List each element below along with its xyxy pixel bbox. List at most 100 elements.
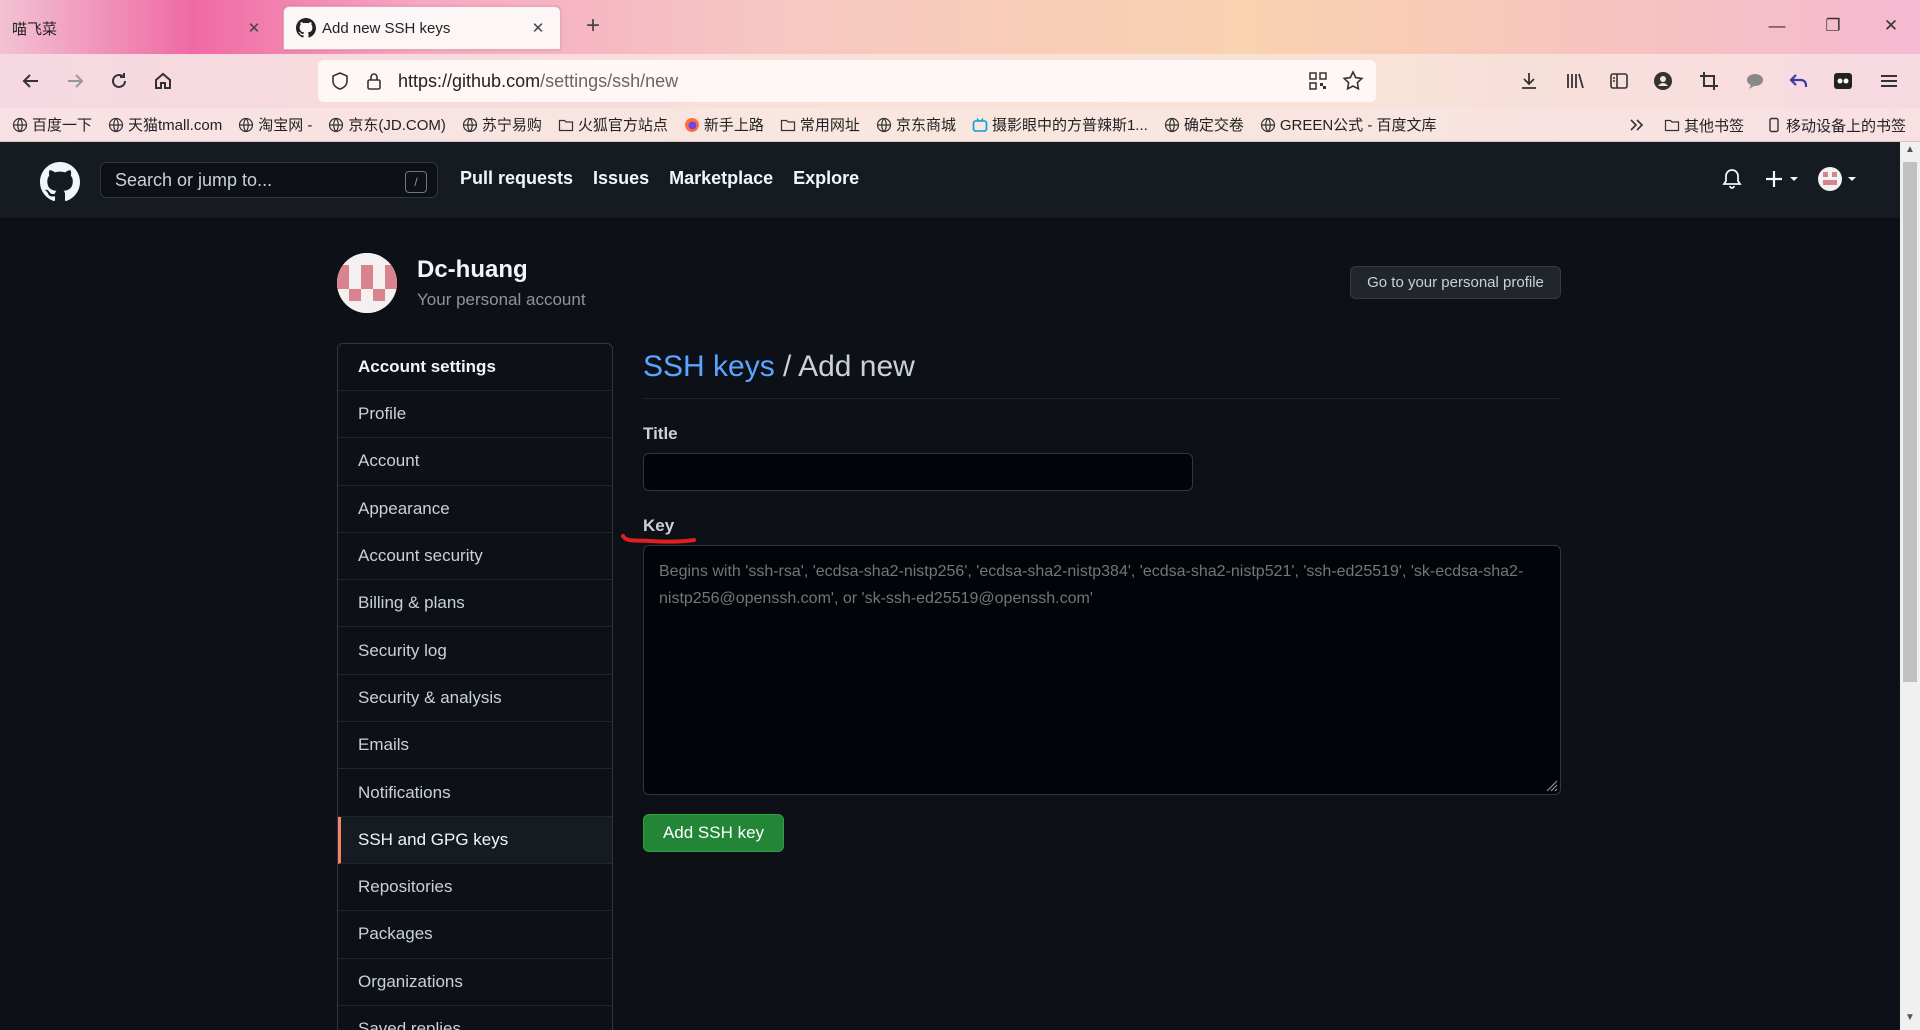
bookmark[interactable]: 苏宁易购: [462, 114, 542, 135]
bookmark[interactable]: 天猫tmall.com: [108, 114, 222, 135]
address-bar[interactable]: https://github.com/settings/ssh/new: [318, 60, 1376, 102]
bookmark[interactable]: 京东(JD.COM): [328, 114, 446, 135]
page-title-text: Add new: [798, 350, 915, 383]
close-icon[interactable]: ✕: [244, 19, 264, 37]
github-icon: [296, 18, 316, 38]
bookmark[interactable]: 京东商城: [876, 114, 956, 135]
chat-icon[interactable]: [1740, 66, 1770, 96]
page-title: SSH keys / Add new: [643, 350, 915, 383]
nav-pull-requests[interactable]: Pull requests: [460, 168, 573, 189]
minimize-icon[interactable]: —: [1762, 12, 1792, 42]
menu-item-repositories[interactable]: Repositories: [338, 864, 612, 912]
forward-icon[interactable]: [60, 66, 90, 96]
search-input[interactable]: Search or jump to... /: [100, 162, 438, 198]
url-text[interactable]: https://github.com/settings/ssh/new: [398, 71, 1308, 92]
qr-code-icon[interactable]: [1308, 71, 1328, 91]
browser-tab-bar: 喵飞菜 ✕ Add new SSH keys ✕ + — ❐ ✕: [0, 0, 1920, 54]
add-ssh-key-button[interactable]: Add SSH key: [643, 814, 784, 852]
bookmark[interactable]: 确定交卷: [1164, 114, 1244, 135]
go-to-profile-button[interactable]: Go to your personal profile: [1350, 266, 1561, 299]
menu-item-appearance[interactable]: Appearance: [338, 486, 612, 533]
back-icon[interactable]: [16, 66, 46, 96]
browser-toolbar: https://github.com/settings/ssh/new: [0, 54, 1920, 108]
title-field[interactable]: [643, 453, 1193, 491]
nav-marketplace[interactable]: Marketplace: [669, 168, 773, 189]
home-icon[interactable]: [148, 66, 178, 96]
shield-icon[interactable]: [330, 71, 350, 91]
menu-item-account[interactable]: Account: [338, 438, 612, 486]
avatar[interactable]: [337, 253, 397, 313]
menu-item-security-log[interactable]: Security log: [338, 627, 612, 675]
resize-handle-icon[interactable]: [1544, 778, 1558, 792]
scroll-up-icon[interactable]: ▲: [1900, 144, 1920, 160]
bookmark[interactable]: GREEN公式 - 百度文库: [1260, 114, 1437, 135]
menu-icon[interactable]: [1874, 66, 1904, 96]
mobile-icon: [1769, 117, 1779, 133]
globe-icon: [329, 117, 344, 132]
extension-icon[interactable]: [1828, 66, 1858, 96]
menu-item-ssh-gpg-keys[interactable]: SSH and GPG keys: [338, 816, 612, 864]
folder-icon: [780, 119, 796, 131]
browser-tab-active[interactable]: Add new SSH keys ✕: [283, 6, 561, 50]
downloads-icon[interactable]: [1514, 66, 1544, 96]
title-label: Title: [643, 424, 678, 443]
globe-icon: [108, 117, 124, 132]
create-new-button[interactable]: [1764, 168, 1802, 196]
bell-icon[interactable]: [1722, 168, 1742, 196]
scroll-thumb[interactable]: [1903, 162, 1917, 682]
star-icon[interactable]: [1342, 70, 1364, 92]
bookmarks-bar: 百度一下 天猫tmall.com 淘宝网 - 京东(JD.COM) 苏宁易购 火…: [0, 108, 1920, 142]
menu-item-security-analysis[interactable]: Security & analysis: [338, 675, 612, 723]
library-icon[interactable]: [1560, 66, 1590, 96]
menu-item-profile[interactable]: Profile: [338, 391, 612, 439]
restore-icon[interactable]: ❐: [1818, 12, 1848, 42]
page-scrollbar[interactable]: ▲ ▼: [1900, 142, 1920, 1030]
bookmark-folder[interactable]: 移动设备上的书签: [1766, 108, 1906, 142]
undo-icon[interactable]: [1784, 66, 1814, 96]
window-close-icon[interactable]: ✕: [1876, 12, 1906, 42]
close-icon[interactable]: ✕: [528, 19, 548, 37]
firefox-icon: [684, 117, 699, 132]
folder-icon: [1664, 119, 1680, 132]
account-icon[interactable]: [1648, 66, 1678, 96]
menu-item-saved-replies[interactable]: Saved replies: [338, 1006, 612, 1030]
new-tab-button[interactable]: +: [578, 12, 608, 42]
lock-icon[interactable]: [364, 71, 384, 91]
github-header: Search or jump to... / Pull requests Iss…: [0, 142, 1900, 218]
user-menu-button[interactable]: [1818, 166, 1858, 198]
github-nav: Pull requests Issues Marketplace Explore: [460, 168, 879, 189]
bookmark-folder[interactable]: 常用网址: [780, 114, 860, 135]
globe-icon: [462, 117, 477, 132]
menu-item-packages[interactable]: Packages: [338, 911, 612, 959]
nav-explore[interactable]: Explore: [793, 168, 859, 189]
globe-icon: [876, 117, 892, 132]
globe-icon: [239, 117, 254, 132]
bookmark[interactable]: 淘宝网 -: [238, 114, 312, 135]
bookmark-folder[interactable]: 其他书签: [1664, 108, 1744, 142]
crop-icon[interactable]: [1694, 66, 1724, 96]
more-bookmarks-icon[interactable]: [1628, 108, 1646, 142]
tab-label: Add new SSH keys: [322, 19, 451, 37]
bookmark[interactable]: 摄影眼中的方普辣斯1...: [972, 114, 1148, 135]
browser-tab[interactable]: 喵飞菜 ✕: [0, 6, 276, 50]
scroll-down-icon[interactable]: ▼: [1900, 1012, 1920, 1028]
annotation-underline: [621, 534, 696, 544]
nav-issues[interactable]: Issues: [593, 168, 649, 189]
sidebar-icon[interactable]: [1604, 66, 1634, 96]
account-subtitle: Your personal account: [417, 290, 586, 309]
menu-item-billing[interactable]: Billing & plans: [338, 580, 612, 628]
bookmark-folder[interactable]: 火狐官方站点: [558, 114, 668, 135]
bookmark[interactable]: 百度一下: [12, 114, 92, 135]
globe-icon: [12, 117, 28, 132]
globe-icon: [1260, 117, 1275, 132]
github-logo-icon[interactable]: [40, 162, 80, 202]
account-name[interactable]: Dc-huang: [417, 256, 528, 284]
breadcrumb-ssh-keys-link[interactable]: SSH keys: [643, 350, 775, 383]
menu-item-notifications[interactable]: Notifications: [338, 769, 612, 817]
menu-item-emails[interactable]: Emails: [338, 722, 612, 770]
menu-item-account-security[interactable]: Account security: [338, 533, 612, 581]
bookmark[interactable]: 新手上路: [684, 114, 764, 135]
menu-item-organizations[interactable]: Organizations: [338, 959, 612, 1006]
key-field[interactable]: [643, 545, 1561, 795]
reload-icon[interactable]: [104, 66, 134, 96]
